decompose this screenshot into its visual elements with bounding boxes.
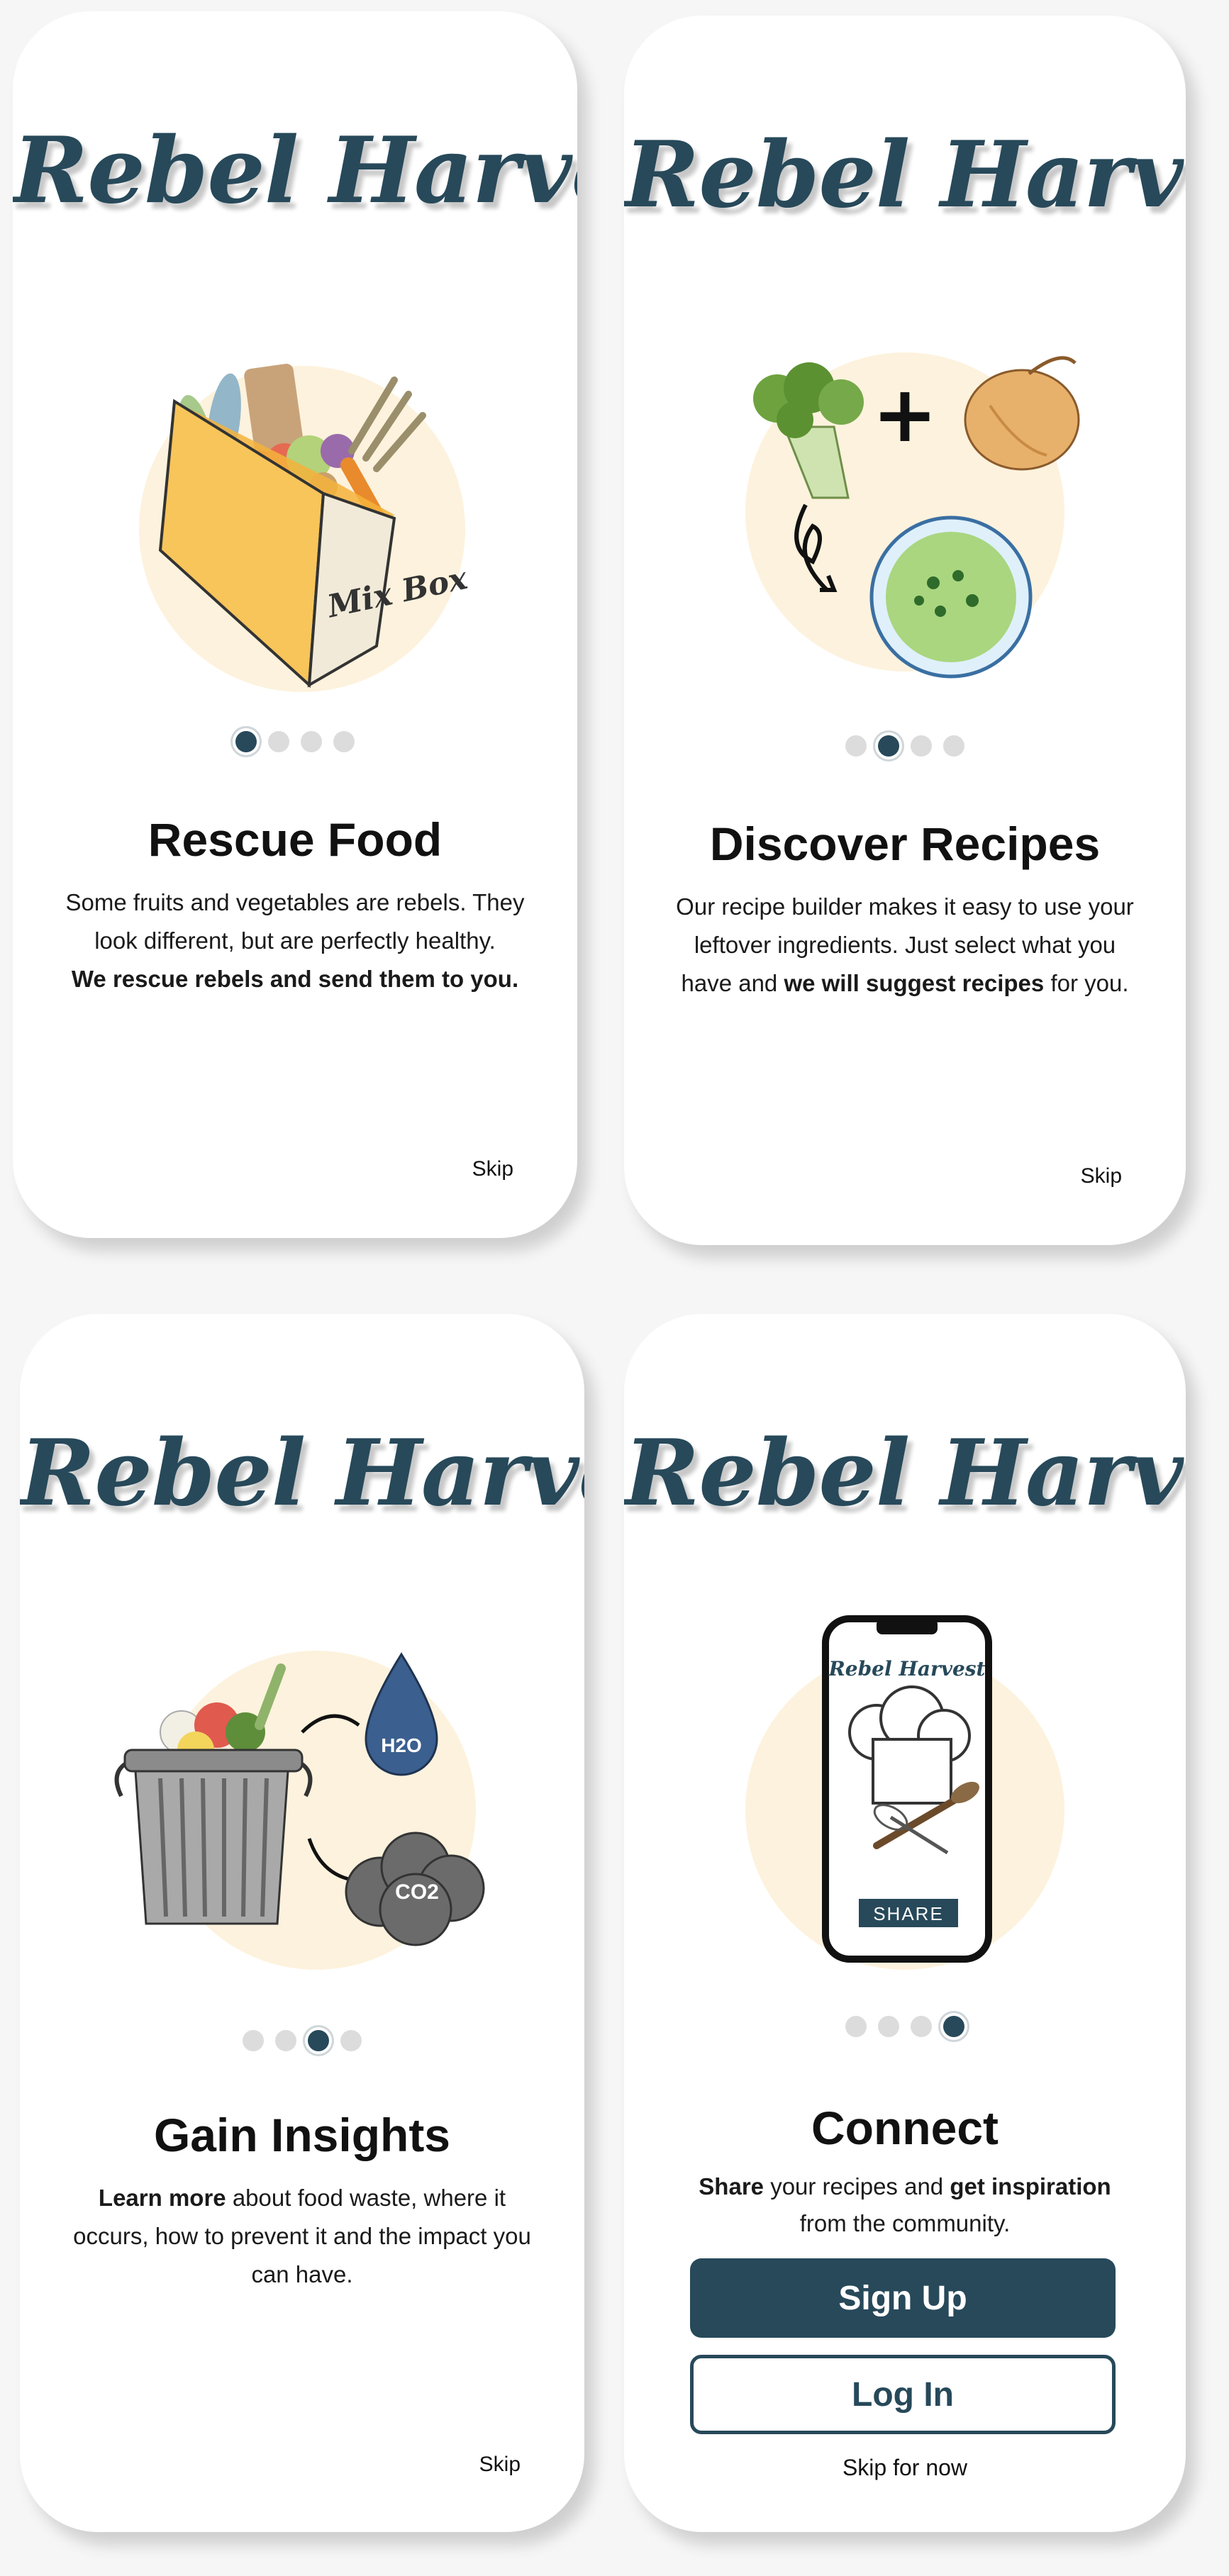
page-indicator <box>624 2016 1186 2037</box>
onboarding-screen-connect: Rebel Harvest Rebel Harvest SHARE Conne <box>624 1314 1186 2532</box>
phone-chef-illustration: Rebel Harvest SHARE <box>706 1605 1103 2002</box>
screen-description: Our recipe builder makes it easy to use … <box>674 888 1136 1003</box>
skip-for-now-link[interactable]: Skip for now <box>624 2455 1186 2481</box>
page-dot[interactable] <box>301 731 322 752</box>
log-in-button[interactable]: Log In <box>690 2355 1116 2434</box>
screen-description: Learn more about food waste, where it oc… <box>62 2179 542 2294</box>
description-text: Some fruits and vegetables are rebels. T… <box>65 889 525 954</box>
page-indicator <box>20 2030 584 2051</box>
page-indicator <box>13 731 577 752</box>
skip-link[interactable]: Skip <box>1081 1164 1122 1188</box>
description-bold-share: Share <box>699 2173 764 2199</box>
screen-title: Gain Insights <box>153 2109 451 2161</box>
page-dot[interactable] <box>333 731 355 752</box>
page-dot-active[interactable] <box>878 735 899 757</box>
page-dot[interactable] <box>275 2030 296 2051</box>
page-dot[interactable] <box>268 731 289 752</box>
skip-link[interactable]: Skip <box>472 1157 513 1181</box>
page-dot-active[interactable] <box>943 2016 964 2037</box>
page-dot[interactable] <box>911 735 932 757</box>
screen-description: Some fruits and vegetables are rebels. T… <box>41 883 549 998</box>
page-dot[interactable] <box>911 2016 932 2037</box>
page-dot[interactable] <box>340 2030 362 2051</box>
page-dot[interactable] <box>845 2016 867 2037</box>
page-dot[interactable] <box>243 2030 264 2051</box>
description-bold: We rescue rebels and send them to you. <box>71 966 519 992</box>
screen-title: Connect <box>811 2102 999 2154</box>
food-waste-illustration: H2O CO2 <box>104 1626 501 2023</box>
recipe-soup-icon: + <box>745 352 1080 679</box>
page-dot[interactable] <box>845 735 867 757</box>
h2o-label: H2O <box>381 1734 422 1756</box>
description-text-end: for you. <box>1050 970 1129 996</box>
description-bold: Learn more <box>98 2185 226 2211</box>
onboarding-screen-gain-insights: Rebel Harvest H2O <box>20 1314 584 2532</box>
plus-sign: + <box>872 369 938 459</box>
onboarding-screen-discover-recipes: Rebel Harvest + <box>624 16 1186 1245</box>
page-indicator <box>624 735 1186 757</box>
page-dot[interactable] <box>943 735 964 757</box>
phone-chef-icon: Rebel Harvest SHARE <box>745 1615 1064 1970</box>
recipe-illustration: + <box>706 320 1103 718</box>
mix-box-illustration: Mix Box <box>96 316 494 713</box>
sign-up-button[interactable]: Sign Up <box>690 2258 1116 2338</box>
mix-box-icon: Mix Box <box>139 364 471 692</box>
app-logo: Rebel Harvest <box>624 1420 1186 1527</box>
page-dot[interactable] <box>878 2016 899 2037</box>
app-logo: Rebel Harvest <box>624 122 1186 228</box>
description-bold: we will suggest recipes <box>784 970 1045 996</box>
page-dot-active[interactable] <box>308 2030 329 2051</box>
phone-logo: Rebel Harvest <box>828 1657 986 1680</box>
share-label: SHARE <box>873 1903 944 1924</box>
description-text-end: from the community. <box>799 2210 1011 2236</box>
screen-title: Discover Recipes <box>709 818 1101 870</box>
onboarding-screen-rescue-food: Rebel Harvest Mix Box Rescue Fo <box>13 11 577 1238</box>
app-logo: Rebel Harvest <box>13 118 577 224</box>
app-logo: Rebel Harvest <box>20 1420 584 1527</box>
description-text: your recipes and <box>770 2173 944 2199</box>
screen-title: Rescue Food <box>148 813 443 866</box>
screen-description: Share your recipes and get inspiration f… <box>681 2168 1129 2242</box>
skip-link[interactable]: Skip <box>479 2453 521 2477</box>
description-bold-inspiration: get inspiration <box>950 2173 1111 2199</box>
trash-can-icon: H2O CO2 <box>114 1651 485 1970</box>
page-dot-active[interactable] <box>235 731 257 752</box>
co2-label: CO2 <box>395 1880 439 1904</box>
